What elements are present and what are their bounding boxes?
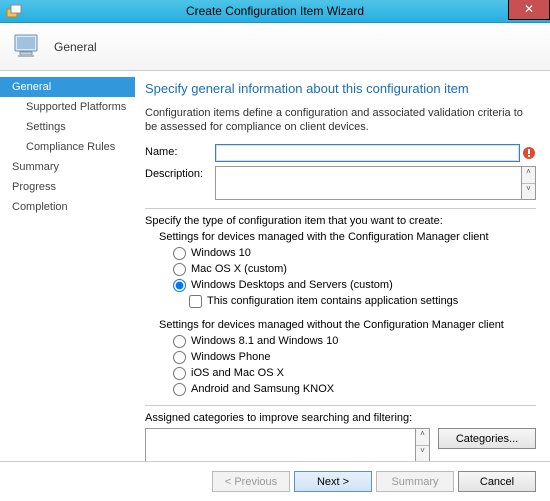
app-icon — [6, 3, 22, 19]
categories-label: Assigned categories to improve searching… — [145, 412, 536, 424]
sidebar-item-progress[interactable]: Progress — [0, 177, 135, 197]
cancel-button[interactable]: Cancel — [458, 471, 536, 492]
next-button[interactable]: Next > — [294, 471, 372, 492]
radio-label: Windows Desktops and Servers (custom) — [191, 277, 393, 293]
sidebar-item-settings[interactable]: Settings — [0, 117, 135, 137]
header-step-label: General — [54, 40, 97, 54]
error-icon — [522, 146, 536, 160]
summary-button: Summary — [376, 471, 454, 492]
type-label: Specify the type of configuration item t… — [145, 215, 536, 227]
radio-label: Windows Phone — [191, 349, 271, 365]
page-title: Specify general information about this c… — [145, 81, 536, 96]
previous-button: < Previous — [212, 471, 290, 492]
group-without-label: Settings for devices managed without the… — [159, 319, 536, 331]
radio-label: Android and Samsung KNOX — [191, 381, 334, 397]
radio-android-and-samsung-knox[interactable]: Android and Samsung KNOX — [173, 381, 536, 397]
name-label: Name: — [145, 144, 215, 158]
close-icon: ✕ — [524, 2, 534, 16]
chevron-down-icon[interactable]: ˅ — [416, 446, 429, 462]
radio-input[interactable] — [173, 335, 186, 348]
wizard-header: General — [0, 23, 550, 71]
description-input[interactable] — [215, 166, 522, 200]
name-input[interactable] — [215, 144, 520, 162]
wizard-sidebar: GeneralSupported PlatformsSettingsCompli… — [0, 71, 135, 461]
radio-input[interactable] — [173, 263, 186, 276]
sidebar-item-summary[interactable]: Summary — [0, 157, 135, 177]
radio-input[interactable] — [173, 351, 186, 364]
divider — [145, 208, 536, 209]
wizard-footer: < Previous Next > Summary Cancel — [0, 461, 550, 501]
divider — [145, 405, 536, 406]
radio-input[interactable] — [173, 383, 186, 396]
radio-label: Windows 8.1 and Windows 10 — [191, 333, 338, 349]
radio-input[interactable] — [173, 367, 186, 380]
radio-input[interactable] — [173, 247, 186, 260]
computer-icon — [12, 31, 44, 63]
chevron-up-icon[interactable]: ˄ — [416, 429, 429, 446]
chevron-up-icon[interactable]: ˄ — [522, 167, 535, 184]
description-label: Description: — [145, 166, 215, 180]
sidebar-item-compliance-rules[interactable]: Compliance Rules — [0, 137, 135, 157]
categories-list[interactable] — [145, 428, 416, 461]
app-settings-checkbox-row[interactable]: This configuration item contains applica… — [189, 293, 536, 309]
close-button[interactable]: ✕ — [508, 0, 550, 20]
radio-ios-and-mac-os-x[interactable]: iOS and Mac OS X — [173, 365, 536, 381]
chevron-down-icon[interactable]: ˅ — [522, 184, 535, 200]
sidebar-item-completion[interactable]: Completion — [0, 197, 135, 217]
radio-label: iOS and Mac OS X — [191, 365, 284, 381]
title-bar: Create Configuration Item Wizard ✕ — [0, 0, 550, 23]
wizard-content: Specify general information about this c… — [135, 71, 550, 461]
group-with-label: Settings for devices managed with the Co… — [159, 231, 536, 243]
radio-mac-os-x-custom-[interactable]: Mac OS X (custom) — [173, 261, 536, 277]
radio-windows-10[interactable]: Windows 10 — [173, 245, 536, 261]
radio-label: Windows 10 — [191, 245, 251, 261]
categories-button[interactable]: Categories... — [438, 428, 536, 449]
radio-input[interactable] — [173, 279, 186, 292]
categories-scroll[interactable]: ˄ ˅ — [416, 428, 430, 461]
radio-windows-desktops-and-servers-custom-[interactable]: Windows Desktops and Servers (custom) — [173, 277, 536, 293]
page-intro: Configuration items define a configurati… — [145, 106, 536, 134]
description-scroll[interactable]: ˄ ˅ — [522, 166, 536, 200]
radio-label: Mac OS X (custom) — [191, 261, 287, 277]
app-settings-label: This configuration item contains applica… — [207, 293, 458, 309]
window-title: Create Configuration Item Wizard — [0, 4, 550, 18]
sidebar-item-general[interactable]: General — [0, 77, 135, 97]
sidebar-item-supported-platforms[interactable]: Supported Platforms — [0, 97, 135, 117]
radio-windows-8-1-and-windows-10[interactable]: Windows 8.1 and Windows 10 — [173, 333, 536, 349]
radio-windows-phone[interactable]: Windows Phone — [173, 349, 536, 365]
app-settings-checkbox[interactable] — [189, 295, 202, 308]
